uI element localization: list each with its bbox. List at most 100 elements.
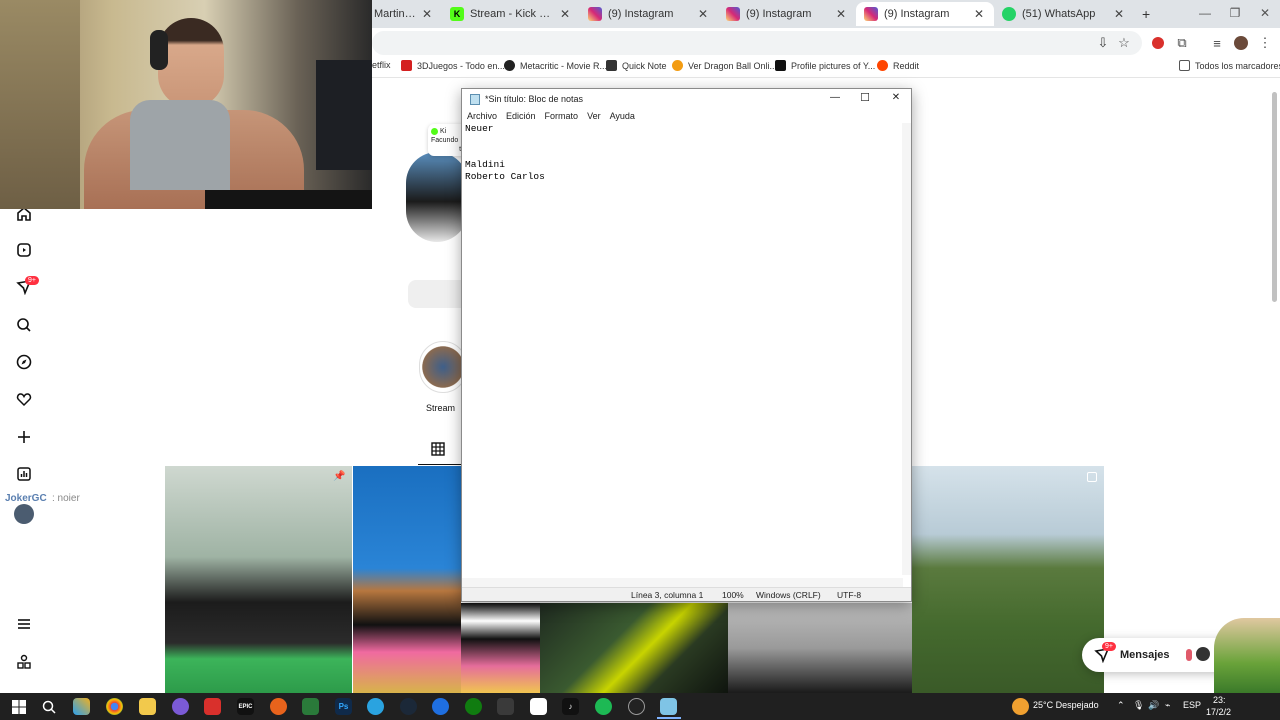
photoshop-icon[interactable]: Ps — [335, 698, 352, 715]
windows-taskbar: EPIC Ps ♪ 25°C Despejado ⌃ 🎙 🔊 ⌁ ESP 23:… — [0, 693, 1280, 720]
windows-start-icon[interactable] — [10, 698, 27, 715]
copilot-icon[interactable] — [73, 698, 90, 715]
clock-date[interactable]: 17/2/2 — [1206, 707, 1231, 717]
post-thumbnail-3[interactable] — [540, 603, 728, 693]
bookmark-star-icon[interactable]: ☆ — [1116, 35, 1132, 51]
discord-icon[interactable] — [172, 698, 189, 715]
tab-instagram-1[interactable]: (9) Instagram ✕ — [580, 2, 718, 26]
story-highlight-stream[interactable] — [419, 341, 467, 393]
edit-profile-button[interactable] — [408, 280, 468, 308]
app-icon[interactable] — [270, 698, 287, 715]
chat-overlay-user: JokerGC — [5, 493, 47, 504]
search-icon[interactable] — [14, 315, 34, 335]
post-thumbnail-2[interactable] — [353, 466, 461, 693]
restore-window-button[interactable]: ❐ — [1220, 6, 1250, 20]
network-icon[interactable]: ⌁ — [1165, 700, 1170, 711]
explore-icon[interactable] — [14, 352, 34, 372]
media-control-icon[interactable]: ≡ — [1209, 35, 1225, 51]
file-explorer-icon[interactable] — [139, 698, 156, 715]
new-tab-button[interactable]: + — [1134, 2, 1158, 26]
install-app-icon[interactable]: ⇩ — [1095, 35, 1111, 51]
spotify-icon[interactable] — [595, 698, 612, 715]
bookmark-reddit[interactable]: Reddit — [877, 60, 919, 71]
close-icon[interactable]: ✕ — [972, 7, 986, 21]
telegram-icon[interactable] — [367, 698, 384, 715]
app-icon[interactable] — [497, 698, 514, 715]
epic-games-icon[interactable]: EPIC — [237, 698, 254, 715]
streamer-tank-top — [130, 100, 230, 190]
dashboard-icon[interactable] — [14, 464, 34, 484]
instagram-icon — [864, 7, 878, 21]
notepad-horizontal-scrollbar[interactable] — [462, 578, 903, 587]
chrome-menu-icon[interactable]: ⋮ — [1257, 35, 1273, 51]
tiktok-icon[interactable]: ♪ — [562, 698, 579, 715]
close-icon[interactable]: ✕ — [420, 7, 434, 21]
weather-text[interactable]: 25°C Despejado — [1033, 700, 1099, 710]
battlenet-icon[interactable] — [432, 698, 449, 715]
steam-icon[interactable] — [400, 698, 417, 715]
language-indicator[interactable]: ESP — [1183, 700, 1201, 710]
close-icon[interactable]: ✕ — [1112, 7, 1126, 21]
bookmark-netflix[interactable]: etflix — [372, 60, 391, 70]
menu-ayuda[interactable]: Ayuda — [610, 111, 635, 121]
tab-instagram-3[interactable]: (9) Instagram ✕ — [856, 2, 994, 26]
microphone-icon[interactable]: 🎙 — [1133, 700, 1144, 711]
profile-avatar[interactable] — [1233, 35, 1249, 51]
close-icon[interactable]: ✕ — [696, 7, 710, 21]
close-icon[interactable]: ✕ — [558, 7, 572, 21]
extensions-icon[interactable]: ⧉ — [1174, 35, 1190, 51]
bookmark-profile-pictures[interactable]: Profile pictures of Y... — [775, 60, 875, 71]
page-scrollbar[interactable] — [1272, 92, 1277, 302]
volume-icon[interactable]: 🔊 — [1148, 700, 1159, 711]
bookmarks-folder-all[interactable]: Todos los marcadores — [1179, 60, 1280, 71]
create-plus-icon[interactable] — [14, 427, 34, 447]
close-window-button[interactable]: ✕ — [1250, 6, 1280, 20]
notepad-maximize-button[interactable]: ☐ — [855, 91, 875, 104]
minimize-window-button[interactable]: — — [1190, 6, 1220, 20]
highlight-label: Stream — [426, 403, 456, 413]
reddit-icon — [877, 60, 888, 71]
menu-ver[interactable]: Ver — [587, 111, 601, 121]
notion-icon — [606, 60, 617, 71]
capcut-icon[interactable] — [530, 698, 547, 715]
notepad-text-area[interactable]: Neuer Maldini Roberto Carlos — [465, 123, 903, 575]
menu-archivo[interactable]: Archivo — [467, 111, 497, 121]
profile-avatar[interactable] — [14, 504, 34, 524]
post-thumbnail-1[interactable] — [165, 466, 352, 693]
bookmark-metacritic[interactable]: Metacritic - Movie R... — [504, 60, 607, 71]
menu-edicion[interactable]: Edición — [506, 111, 536, 121]
menu-formato[interactable]: Formato — [545, 111, 579, 121]
bookmark-3djuegos[interactable]: 3DJuegos - Todo en... — [401, 60, 505, 71]
post-thumbnail-4[interactable] — [728, 603, 916, 693]
close-icon[interactable]: ✕ — [834, 7, 848, 21]
bookmark-quick-note[interactable]: Quick Note — [606, 60, 667, 71]
app-icon[interactable] — [204, 698, 221, 715]
webcam-overlay — [0, 0, 372, 209]
post-thumbnail-5[interactable] — [912, 466, 1104, 693]
heart-icon[interactable] — [14, 389, 34, 409]
post-thumbnail-2b[interactable] — [461, 603, 540, 693]
app-icon[interactable] — [302, 698, 319, 715]
notepad-icon[interactable] — [660, 698, 677, 715]
threads-apps-icon[interactable] — [14, 652, 34, 672]
tab-whatsapp[interactable]: (51) WhatsApp ✕ — [994, 2, 1134, 26]
profile-picture[interactable] — [406, 152, 468, 242]
obs-icon[interactable] — [628, 698, 645, 715]
address-bar[interactable] — [372, 31, 1142, 55]
search-icon[interactable] — [40, 698, 57, 715]
notepad-close-button[interactable]: ✕ — [886, 92, 906, 103]
posts-grid-tab-icon[interactable] — [431, 442, 445, 456]
menu-hamburger-icon[interactable] — [14, 614, 34, 634]
tray-chevron-icon[interactable]: ⌃ — [1117, 700, 1125, 711]
xbox-icon[interactable] — [465, 698, 482, 715]
clock-time[interactable]: 23: — [1213, 695, 1226, 705]
notepad-vertical-scrollbar[interactable] — [902, 123, 911, 575]
reels-icon[interactable] — [14, 240, 34, 260]
bookmark-dragon-ball[interactable]: Ver Dragon Ball Onli... — [672, 60, 777, 71]
chrome-icon[interactable] — [106, 698, 123, 715]
tab-kick-dashboard[interactable]: K Stream - Kick Dashboard ✕ — [442, 2, 580, 26]
notepad-minimize-button[interactable]: — — [825, 92, 845, 103]
tab-martinpdisa[interactable]: Martinpdisa ✕ — [366, 2, 442, 26]
adblock-extension-icon[interactable] — [1150, 35, 1166, 51]
tab-instagram-2[interactable]: (9) Instagram ✕ — [718, 2, 856, 26]
